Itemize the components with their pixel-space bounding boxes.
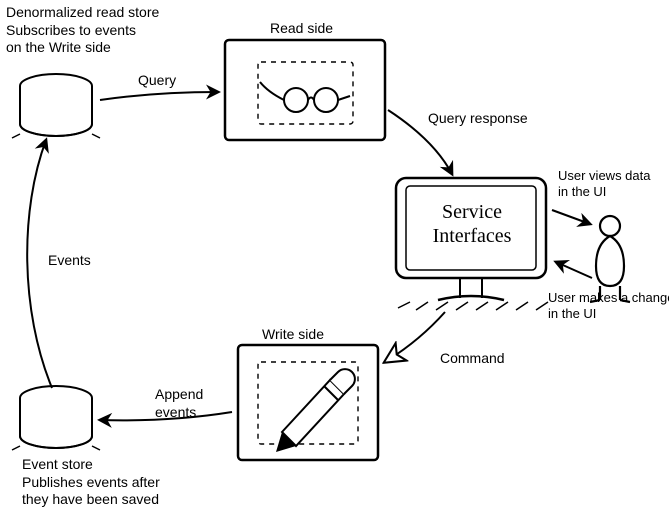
- edge-append-events-label: Append events: [155, 386, 203, 421]
- edge-query-label: Query: [138, 72, 176, 90]
- write-side-title: Write side: [262, 326, 324, 344]
- diagram-svg: [0, 0, 669, 519]
- event-store-cylinder: [12, 386, 100, 450]
- write-side-box: [238, 345, 378, 460]
- monitor-label: Service Interfaces: [412, 200, 532, 248]
- edge-events-label: Events: [48, 252, 91, 270]
- user-changes-label: User makes a change in the UI: [548, 290, 669, 323]
- edge-query-response-label: Query response: [428, 110, 528, 128]
- denorm-store-cylinder: [12, 74, 100, 138]
- read-side-box: [225, 40, 385, 140]
- event-store-caption: Event store Publishes events after they …: [22, 456, 160, 509]
- diagram-canvas: Denormalized read store Subscribes to ev…: [0, 0, 669, 519]
- edge-query: [100, 92, 218, 100]
- read-side-title: Read side: [270, 20, 333, 38]
- user-views-label: User views data in the UI: [558, 168, 650, 201]
- edge-command-label: Command: [440, 350, 505, 368]
- edge-command: [388, 312, 445, 360]
- edge-user-changes: [556, 262, 592, 278]
- denorm-store-caption: Denormalized read store Subscribes to ev…: [6, 4, 159, 57]
- edge-user-views: [552, 210, 590, 224]
